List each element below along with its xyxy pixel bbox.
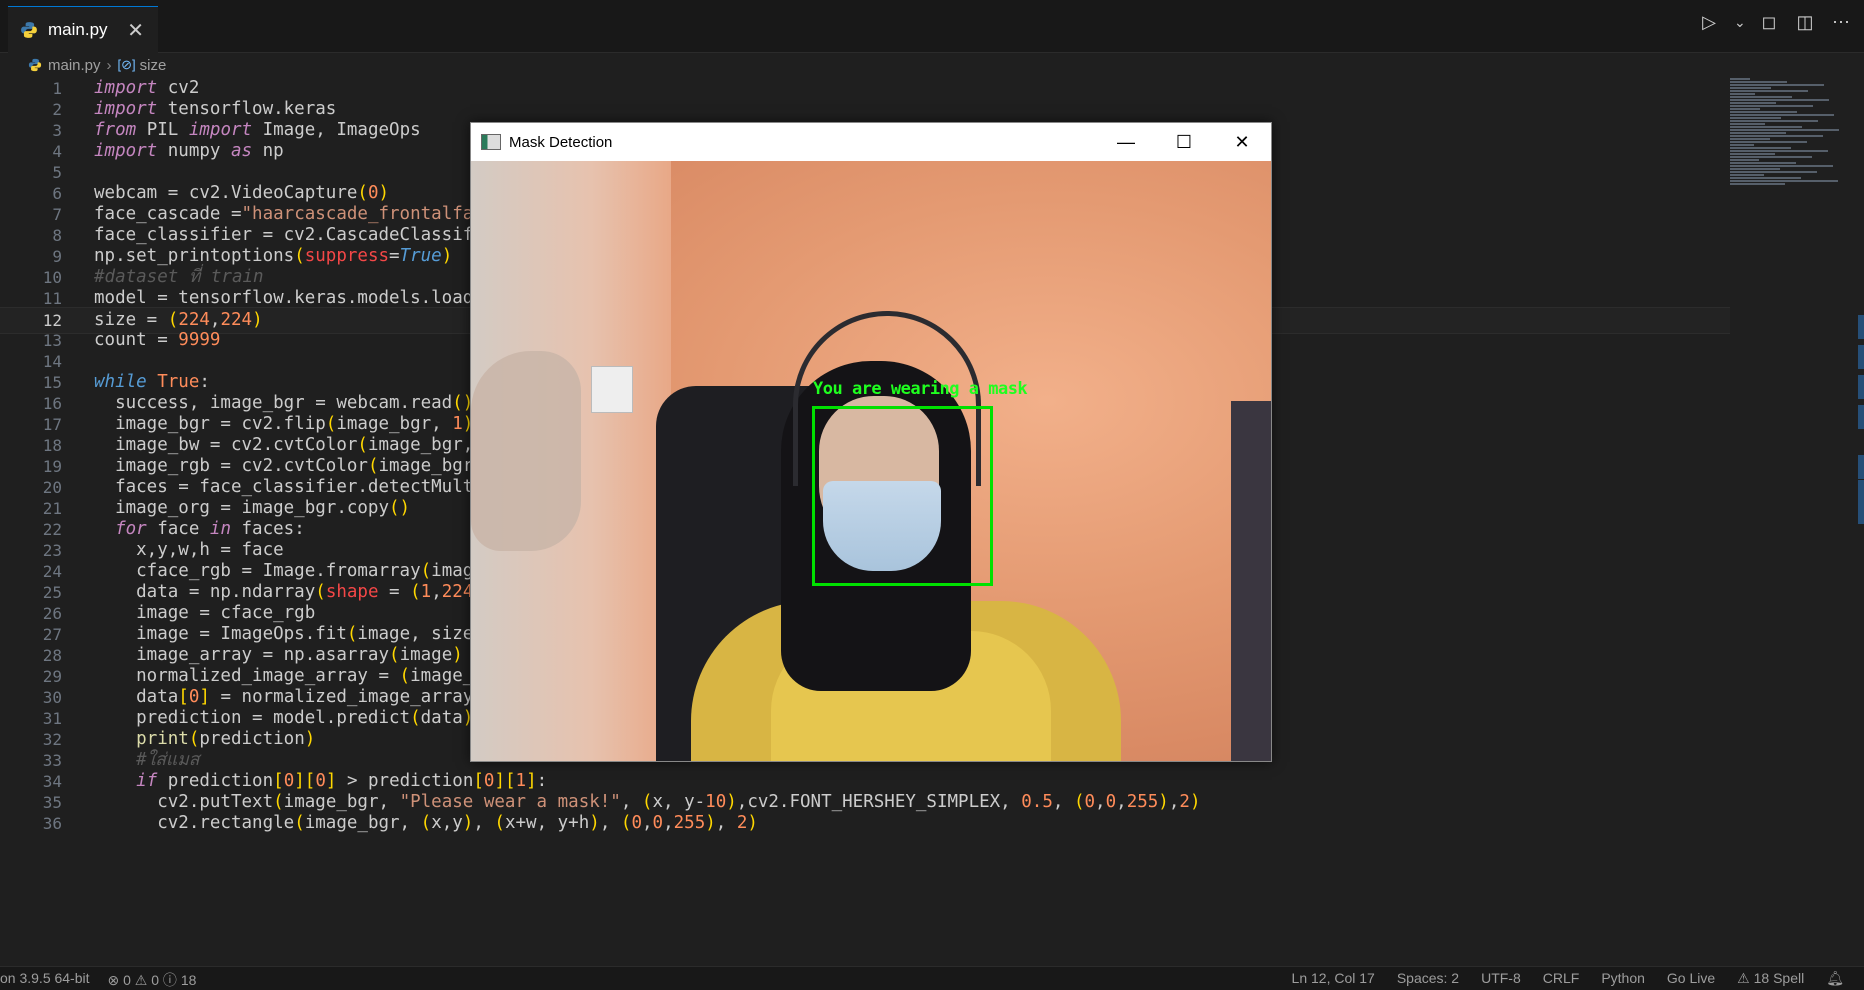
problems-indicator[interactable]: ⊗ 0 ⚠ 0 ⓘ 18 (108, 970, 197, 990)
variable-icon: [⊘] (117, 57, 136, 72)
bell-icon[interactable]: 🔔︎ (1826, 970, 1844, 987)
breadcrumb: main.py › [⊘] size (28, 52, 166, 78)
tab-main-py[interactable]: main.py ✕ (8, 6, 158, 53)
maximize-button[interactable]: ☐ (1155, 123, 1213, 161)
detection-box (812, 406, 993, 586)
split-editor-icon[interactable]: ◫ (1794, 12, 1816, 33)
wall-outlet (591, 366, 633, 413)
minimize-button[interactable]: — (1097, 123, 1155, 161)
go-live-button[interactable]: Go Live (1667, 970, 1715, 987)
run-menu-chevron-icon[interactable]: ⌄ (1734, 14, 1746, 31)
encoding[interactable]: UTF-8 (1481, 970, 1521, 987)
mask-detection-window[interactable]: Mask Detection — ☐ ✕ You are wearing a m… (470, 122, 1272, 762)
run-icon[interactable]: ▷ (1698, 12, 1720, 33)
spell-checker[interactable]: ⚠ 18 Spell (1737, 970, 1804, 987)
python-icon (21, 22, 37, 38)
status-bar: on 3.9.5 64-bit ⊗ 0 ⚠ 0 ⓘ 18 Ln 12, Col … (0, 966, 1864, 990)
indentation[interactable]: Spaces: 2 (1397, 970, 1459, 987)
code-line[interactable]: 36 cv2.rectangle(image_bgr, (x,y), (x+w,… (0, 811, 1730, 836)
code-text[interactable]: cv2.rectangle(image_bgr, (x,y), (x+w, y+… (94, 811, 758, 836)
chevron-right-icon: › (106, 56, 112, 74)
tab-bar: main.py ✕ ▷ ⌄ ◻ ◫ ⋯ (0, 0, 1864, 53)
editor-actions: ▷ ⌄ ◻ ◫ ⋯ (1698, 12, 1852, 33)
window-title: Mask Detection (509, 133, 613, 151)
more-actions-icon[interactable]: ⋯ (1830, 12, 1852, 33)
close-window-button[interactable]: ✕ (1213, 123, 1271, 161)
app-icon (481, 134, 501, 150)
breadcrumb-symbol[interactable]: size (140, 57, 167, 74)
breadcrumb-file[interactable]: main.py (48, 57, 101, 74)
window-titlebar[interactable]: Mask Detection — ☐ ✕ (471, 123, 1271, 161)
line-endings[interactable]: CRLF (1543, 970, 1580, 987)
language-mode[interactable]: Python (1601, 970, 1645, 987)
cursor-position[interactable]: Ln 12, Col 17 (1292, 970, 1375, 987)
toggle-panel-icon[interactable]: ◻ (1758, 12, 1780, 33)
python-icon (28, 58, 42, 72)
line-number: 36 (42, 814, 62, 833)
tab-label: main.py (48, 20, 108, 39)
webcam-feed: You are wearing a mask (471, 161, 1271, 761)
tab-close-icon[interactable]: ✕ (127, 18, 144, 43)
detection-label: You are wearing a mask (813, 379, 1028, 399)
minimap[interactable] (1730, 76, 1850, 186)
python-interpreter[interactable]: on 3.9.5 64-bit (0, 970, 90, 990)
